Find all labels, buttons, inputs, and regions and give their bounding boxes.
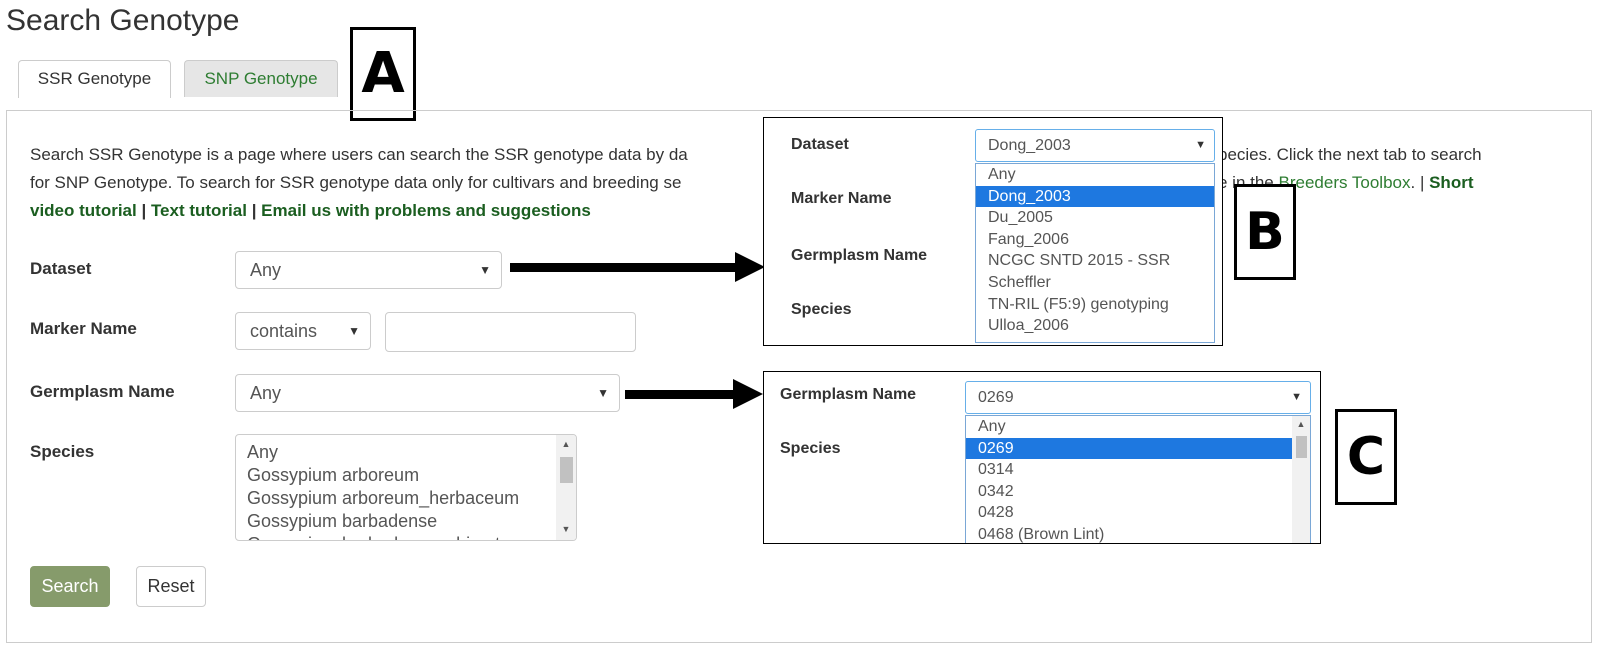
dataset-option[interactable]: Any: [976, 164, 1214, 186]
scroll-up-icon[interactable]: ▲: [556, 439, 576, 449]
annotation-label-a: A: [350, 27, 416, 121]
species-option[interactable]: Gossypium arboreum: [236, 464, 576, 487]
germplasm-select[interactable]: Any ▼: [235, 374, 620, 412]
dataset-option[interactable]: Scheffler: [976, 272, 1214, 294]
separator-2: |: [246, 201, 262, 220]
arrow-head-icon: [735, 252, 765, 282]
germplasm-name-label: Germplasm Name: [30, 382, 175, 401]
dataset-select-value: Any: [250, 260, 282, 280]
scroll-up-icon[interactable]: ▲: [1292, 419, 1310, 429]
germplasm-option[interactable]: Any: [966, 416, 1310, 438]
chevron-down-icon: ▼: [597, 386, 609, 400]
dataset-option[interactable]: Du_2005: [976, 207, 1214, 229]
inset-b-dataset-options: Any Dong_2003 Du_2005 Fang_2006 NCGC SNT…: [975, 163, 1215, 343]
chevron-down-icon: ▼: [1291, 391, 1302, 403]
inset-b-dataset-dropdown: Dataset Marker Name Germplasm Name Speci…: [763, 117, 1223, 346]
tab-snp-genotype[interactable]: SNP Genotype: [184, 60, 338, 97]
germplasm-option[interactable]: 0468 (Brown Lint): [966, 524, 1310, 543]
description-separator: . |: [1410, 173, 1430, 192]
scroll-thumb[interactable]: [560, 457, 573, 483]
species-listbox[interactable]: Any Gossypium arboreum Gossypium arboreu…: [235, 434, 577, 541]
inset-c-species-label: Species: [780, 440, 841, 457]
chevron-down-icon: ▼: [1195, 139, 1206, 151]
marker-operator-select[interactable]: contains ▼: [235, 312, 371, 350]
marker-name-label: Marker Name: [30, 319, 137, 338]
short-video-tutorial-link-part1[interactable]: Short: [1429, 173, 1473, 192]
separator-1: |: [136, 201, 151, 220]
inset-c-germplasm-label: Germplasm Name: [780, 386, 917, 403]
inset-b-dataset-value: Dong_2003: [988, 137, 1071, 154]
arrow-to-inset-c: [625, 390, 738, 399]
marker-name-input[interactable]: [385, 312, 636, 352]
germplasm-select-value: Any: [250, 383, 282, 403]
dataset-option[interactable]: Fang_2006: [976, 229, 1214, 251]
description-text-1-end: pecies. Click the next tab to search: [1218, 145, 1482, 164]
inset-c-germplasm-select[interactable]: 0269 ▼: [965, 381, 1311, 414]
species-option[interactable]: Gossypium barbadense: [236, 510, 576, 533]
tab-ssr-genotype[interactable]: SSR Genotype: [18, 60, 171, 98]
arrow-head-icon: [733, 379, 763, 409]
inset-b-dataset-label: Dataset: [791, 136, 849, 153]
description-text-2: for SNP Genotype. To search for SSR geno…: [30, 173, 682, 192]
scroll-down-icon[interactable]: ▼: [556, 524, 576, 534]
germplasm-option[interactable]: 0314: [966, 459, 1310, 481]
text-tutorial-link[interactable]: Text tutorial: [151, 201, 247, 220]
page-title: Search Genotype: [6, 4, 240, 37]
dataset-option[interactable]: NCGC SNTD 2015 - SSR: [976, 250, 1214, 272]
chevron-down-icon: ▼: [479, 263, 491, 277]
email-link[interactable]: Email us with problems and suggestions: [261, 201, 591, 220]
short-video-tutorial-link-part2[interactable]: video tutorial: [30, 201, 137, 220]
species-scrollbar[interactable]: ▲ ▼: [556, 435, 576, 540]
search-button[interactable]: Search: [30, 566, 110, 607]
inset-b-marker-label: Marker Name: [791, 190, 892, 207]
dataset-option-selected[interactable]: Dong_2003: [976, 185, 1214, 208]
annotation-label-c: C: [1335, 409, 1397, 505]
arrow-to-inset-b: [510, 263, 740, 272]
dataset-option[interactable]: TN-RIL (F5:9) genotyping: [976, 294, 1214, 316]
reset-button[interactable]: Reset: [136, 566, 206, 607]
inset-b-dataset-select[interactable]: Dong_2003 ▼: [975, 129, 1215, 162]
dataset-label: Dataset: [30, 259, 92, 278]
germplasm-option[interactable]: 0342: [966, 481, 1310, 503]
inset-b-species-label: Species: [791, 301, 852, 318]
inset-c-germplasm-value: 0269: [978, 389, 1014, 406]
chevron-down-icon: ▼: [348, 324, 360, 338]
dataset-option[interactable]: Ulloa_2006: [976, 315, 1214, 337]
germplasm-scrollbar[interactable]: ▲: [1292, 416, 1310, 543]
scroll-thumb[interactable]: [1296, 436, 1307, 458]
inset-c-germplasm-dropdown: Germplasm Name Species 0269 ▼ Any 0269 0…: [763, 371, 1321, 544]
species-label: Species: [30, 442, 95, 461]
description-text-1: Search SSR Genotype is a page where user…: [30, 145, 688, 164]
species-option[interactable]: Gossypium arboreum_herbaceum: [236, 487, 576, 510]
germplasm-option[interactable]: 0428: [966, 502, 1310, 524]
marker-operator-value: contains: [250, 321, 318, 341]
germplasm-option-selected[interactable]: 0269: [966, 437, 1292, 460]
annotation-label-b: B: [1234, 184, 1296, 280]
dataset-select[interactable]: Any ▼: [235, 251, 502, 289]
inset-c-germplasm-options: Any 0269 0314 0342 0428 0468 (Brown Lint…: [965, 415, 1311, 543]
breeders-toolbox-link[interactable]: Breeders Toolbox: [1279, 173, 1411, 192]
inset-b-germplasm-label: Germplasm Name: [791, 247, 928, 264]
species-option[interactable]: Any: [236, 441, 576, 464]
species-option[interactable]: Gossypium barbadense x hirsutum: [236, 533, 576, 540]
